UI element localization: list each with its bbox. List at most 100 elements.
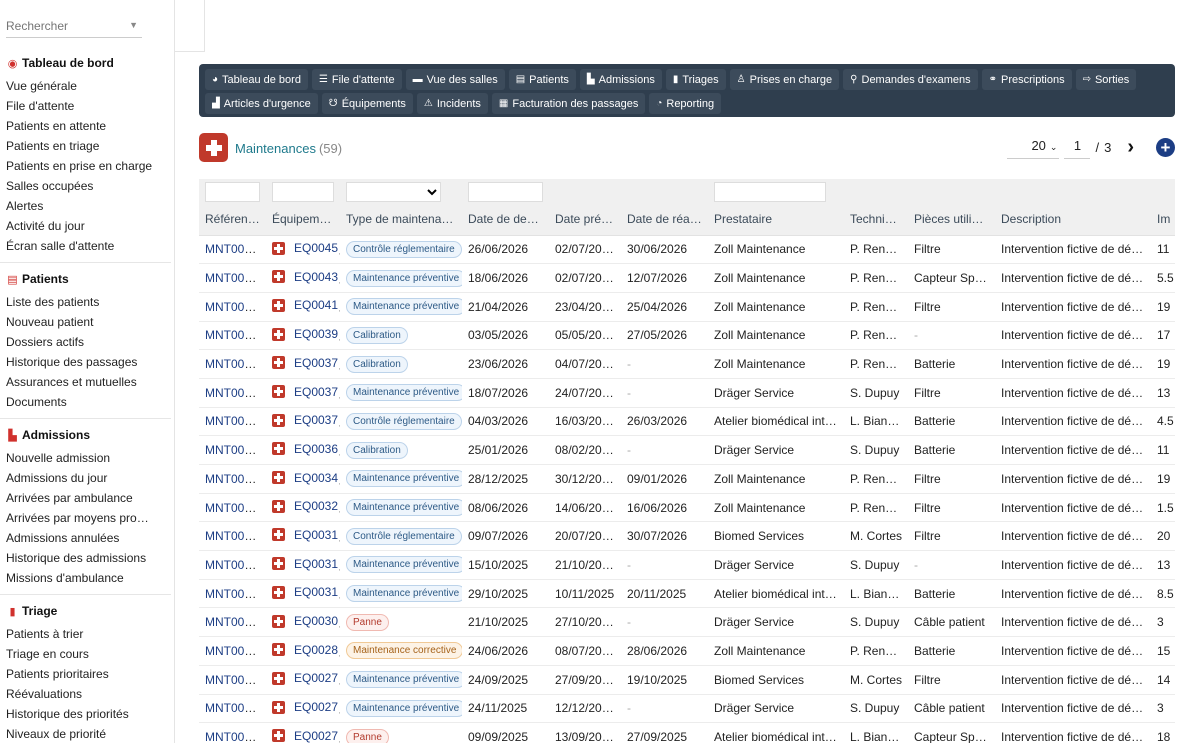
chevron-down-icon[interactable]: ▼: [129, 20, 138, 30]
column-header[interactable]: Description: [995, 203, 1151, 236]
table-row[interactable]: MNT00058 EQ0043 Maintenance préventive 18/0…: [199, 263, 1175, 293]
search-input[interactable]: [6, 16, 126, 36]
column-header[interactable]: Type de maintenance: [340, 203, 462, 236]
sidebar-item[interactable]: Salles occupées: [0, 176, 168, 196]
reference-link[interactable]: MNT00045: [205, 644, 264, 658]
column-header[interactable]: Im: [1151, 203, 1175, 236]
sidebar-item[interactable]: Patients en prise en charge: [0, 156, 168, 176]
column-header[interactable]: Date de dem…: [462, 203, 549, 236]
sidebar-item[interactable]: Liste des patients: [0, 292, 168, 312]
table-row[interactable]: MNT00056 EQ0039 Calibration 03/05/2026 05/05…: [199, 321, 1175, 351]
sidebar-item[interactable]: Nouveau patient: [0, 312, 168, 332]
reference-link[interactable]: MNT00058: [205, 271, 264, 285]
table-row[interactable]: MNT00053 EQ0037 Contrôle réglementaire 04/0…: [199, 407, 1175, 437]
reference-link[interactable]: MNT00051: [205, 472, 264, 486]
table-row[interactable]: MNT00052 EQ0036 Calibration 25/01/2026 08/02…: [199, 435, 1175, 465]
table-row[interactable]: MNT00054 EQ0037 Maintenance préventive 18/0…: [199, 378, 1175, 408]
sidebar-item[interactable]: Alertes: [0, 196, 168, 216]
sidebar-item[interactable]: Activité du jour: [0, 216, 168, 236]
sidebar-item[interactable]: Documents: [0, 392, 168, 412]
column-header[interactable]: Équipement: [266, 203, 340, 236]
per-page-select[interactable]: 20 ⌄: [1007, 135, 1060, 159]
sidebar-item[interactable]: Écran salle d'attente: [0, 236, 168, 256]
reference-link[interactable]: MNT00049: [205, 529, 264, 543]
table-row[interactable]: MNT00045 EQ0028 Maintenance corrective 24/0…: [199, 636, 1175, 666]
table-row[interactable]: MNT00049 EQ0031 Contrôle réglementaire 09/0…: [199, 521, 1175, 552]
sidebar-item[interactable]: Arrivées par moyens pro…: [0, 508, 168, 528]
module-button[interactable]: ⚠ Incidents: [416, 93, 488, 114]
column-header[interactable]: Pièces utilis…: [908, 203, 995, 236]
sidebar-section-header[interactable]: ▙ Admissions: [0, 426, 171, 444]
table-row[interactable]: MNT00044 EQ0027 Maintenance préventive 24/0…: [199, 665, 1175, 695]
sidebar-item[interactable]: Historique des admissions: [0, 548, 168, 568]
sidebar-section-header[interactable]: ◉ Tableau de bord: [0, 54, 171, 72]
module-button[interactable]: ▮ Triages: [665, 69, 726, 90]
equipment-link[interactable]: EQ0027: [272, 671, 338, 685]
equipment-link[interactable]: EQ0037: [272, 385, 338, 399]
equipment-link[interactable]: EQ0041: [272, 298, 338, 312]
table-row[interactable]: MNT00057 EQ0041 Maintenance préventive 21/0…: [199, 292, 1175, 322]
module-button[interactable]: ☋ Équipements: [321, 93, 413, 114]
filter-provider-input[interactable]: [714, 182, 826, 202]
sidebar-item[interactable]: Patients prioritaires: [0, 664, 168, 684]
reference-link[interactable]: MNT00043: [205, 701, 264, 715]
reference-link[interactable]: MNT00053: [205, 414, 264, 428]
reference-link[interactable]: MNT00050: [205, 501, 264, 515]
module-button[interactable]: ⚭ Prescriptions: [981, 69, 1072, 90]
equipment-link[interactable]: EQ0031: [272, 528, 338, 542]
table-row[interactable]: MNT00050 EQ0032 Maintenance préventive 08/0…: [199, 493, 1175, 523]
filter-request-date-input[interactable]: [468, 182, 543, 202]
table-row[interactable]: MNT00042 EQ0027 Panne 09/09/2025 13/09/2025 2…: [199, 722, 1175, 743]
equipment-link[interactable]: EQ0031: [272, 585, 338, 599]
equipment-link[interactable]: EQ0031: [272, 557, 338, 571]
sidebar-item[interactable]: Triage en cours: [0, 644, 168, 664]
page-number-input[interactable]: 1: [1064, 135, 1091, 159]
reference-link[interactable]: MNT00044: [205, 673, 264, 687]
equipment-link[interactable]: EQ0036: [272, 442, 338, 456]
equipment-link[interactable]: EQ0037: [272, 356, 338, 370]
module-button[interactable]: ▤ Patients: [508, 69, 576, 90]
table-row[interactable]: MNT00048 EQ0031 Maintenance préventive 15/1…: [199, 550, 1175, 580]
sidebar-item[interactable]: Vue générale: [0, 76, 168, 96]
reference-link[interactable]: MNT00048: [205, 558, 264, 572]
sidebar-item[interactable]: Admissions annulées: [0, 528, 168, 548]
reference-link[interactable]: MNT00052: [205, 443, 264, 457]
add-record-button[interactable]: +: [1156, 137, 1175, 157]
reference-link[interactable]: MNT00054: [205, 386, 264, 400]
module-button[interactable]: ▟ Articles d'urgence: [205, 93, 318, 114]
equipment-link[interactable]: EQ0027: [272, 700, 338, 714]
column-header[interactable]: Référence: [199, 203, 266, 236]
table-row[interactable]: MNT00051 EQ0034 Maintenance préventive 28/1…: [199, 464, 1175, 494]
sidebar-item[interactable]: Missions d'ambulance: [0, 568, 168, 588]
table-row[interactable]: MNT00059 EQ0045 Contrôle réglementaire 26/0…: [199, 235, 1175, 265]
module-button[interactable]: ▬ Vue des salles: [405, 69, 505, 90]
equipment-link[interactable]: EQ0030: [272, 614, 338, 628]
table-row[interactable]: MNT00046 EQ0030 Panne 21/10/2025 27/10/2025-…: [199, 607, 1175, 638]
reference-link[interactable]: MNT00042: [205, 730, 264, 743]
module-button[interactable]: ☰ File d'attente: [311, 69, 402, 90]
column-header[interactable]: Technicien: [844, 203, 908, 236]
reference-link[interactable]: MNT00059: [205, 242, 264, 256]
column-header[interactable]: Date prévue: [549, 203, 621, 236]
reference-link[interactable]: MNT00055: [205, 357, 264, 371]
table-row[interactable]: MNT00043 EQ0027 Maintenance préventive 24/1…: [199, 694, 1175, 724]
equipment-link[interactable]: EQ0032: [272, 499, 338, 513]
equipment-link[interactable]: EQ0034: [272, 471, 338, 485]
reference-link[interactable]: MNT00047: [205, 587, 264, 601]
equipment-link[interactable]: EQ0039: [272, 327, 338, 341]
filter-reference-input[interactable]: [205, 182, 260, 202]
reference-link[interactable]: MNT00057: [205, 300, 264, 314]
module-button[interactable]: ⇨ Sorties: [1075, 69, 1137, 90]
column-header[interactable]: Prestataire: [708, 203, 844, 236]
sidebar-item[interactable]: Dossiers actifs: [0, 332, 168, 352]
sidebar-item[interactable]: Patients en attente: [0, 116, 168, 136]
equipment-link[interactable]: EQ0037: [272, 413, 338, 427]
filter-equipment-input[interactable]: [272, 182, 334, 202]
column-header[interactable]: Date de réali…: [621, 203, 708, 236]
sidebar-item[interactable]: Réévaluations: [0, 684, 168, 704]
reference-link[interactable]: MNT00046: [205, 615, 264, 629]
sidebar-item[interactable]: Arrivées par ambulance: [0, 488, 168, 508]
sidebar-search[interactable]: ▼: [6, 16, 142, 38]
equipment-link[interactable]: EQ0043: [272, 270, 338, 284]
reference-link[interactable]: MNT00056: [205, 328, 264, 342]
